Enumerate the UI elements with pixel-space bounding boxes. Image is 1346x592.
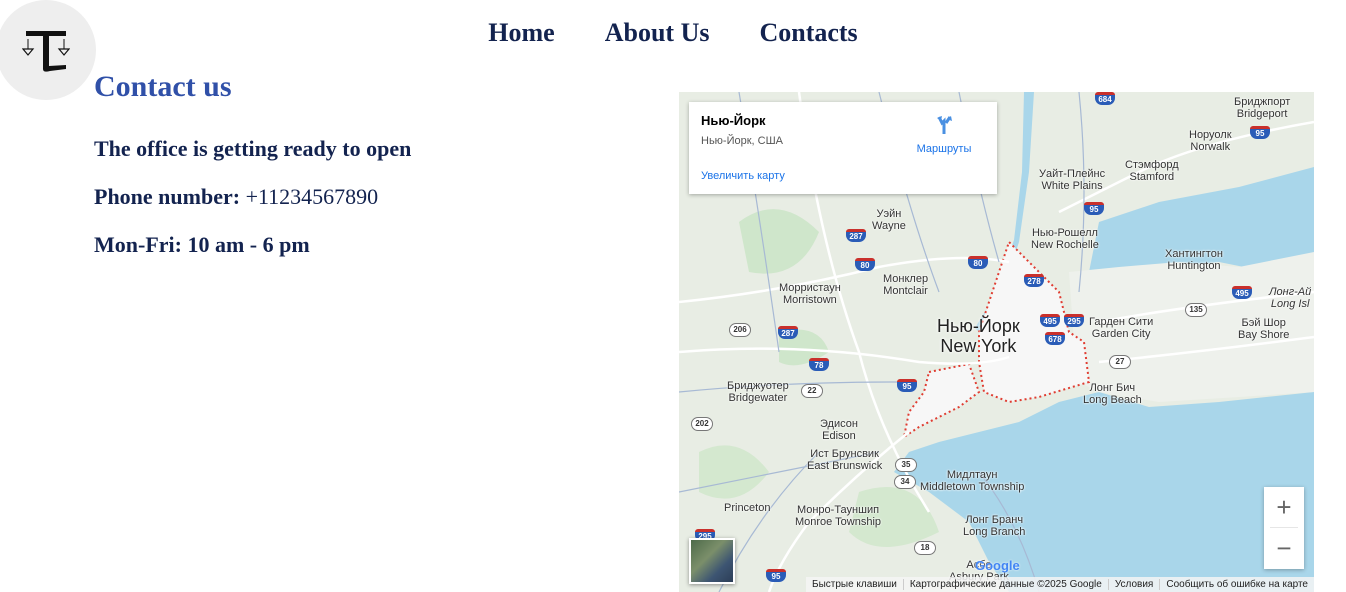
highway-shield: 27: [1109, 355, 1131, 369]
nav-contacts[interactable]: Contacts: [759, 18, 857, 48]
place-label: Бэй Шор Bay Shore: [1238, 317, 1290, 341]
highway-shield: 95: [1084, 202, 1104, 215]
map-data-attribution: Картографические данные ©2025 Google: [902, 579, 1108, 590]
place-label: Бриджпорт Bridgeport: [1234, 96, 1291, 120]
main-nav: Home About Us Contacts: [0, 18, 1346, 48]
highway-shield: 202: [691, 417, 713, 431]
highway-shield: 95: [897, 379, 917, 392]
place-info-card: Нью-Йорк Нью-Йорк, США Увеличить карту М…: [689, 102, 997, 194]
highway-shield: 35: [895, 458, 917, 472]
highway-shield: 95: [1250, 126, 1270, 139]
highway-shield: 95: [766, 569, 786, 582]
enlarge-map-link[interactable]: Увеличить карту: [701, 170, 785, 182]
highway-shield: 206: [729, 323, 751, 337]
place-label: Эдисон Edison: [820, 418, 858, 442]
highway-shield: 135: [1185, 303, 1207, 317]
highway-shield: 495: [1040, 314, 1060, 327]
highway-shield: 678: [1045, 332, 1065, 345]
keyboard-shortcuts-link[interactable]: Быстрые клавиши: [806, 579, 903, 590]
highway-shield: 278: [1024, 274, 1044, 287]
place-label: Стэмфорд Stamford: [1125, 159, 1179, 183]
place-label: Лонг Бич Long Beach: [1083, 382, 1142, 406]
highway-shield: 684: [1095, 92, 1115, 105]
place-label: Princeton: [724, 502, 771, 514]
place-label: Монро-Тауншип Monroe Township: [795, 504, 882, 528]
place-title: Нью-Йорк: [701, 113, 766, 128]
map-footer: Быстрые клавиши Картографические данные …: [806, 577, 1314, 592]
place-label: Морристаун Morristown: [779, 282, 841, 306]
place-label: Мидлтаун Middletown Township: [920, 469, 1025, 493]
phone-label: Phone number:: [94, 184, 241, 209]
place-label: Уайт-Плейнс White Plains: [1039, 168, 1106, 192]
place-label: Ист Брунсвик East Brunswick: [807, 448, 883, 472]
highway-shield: 80: [855, 258, 875, 271]
phone-line: Phone number: +11234567890: [94, 184, 594, 210]
highway-shield: 78: [809, 358, 829, 371]
place-subtitle: Нью-Йорк, США: [701, 135, 784, 147]
highway-shield: 295: [1064, 314, 1084, 327]
logo[interactable]: [0, 0, 96, 100]
satellite-layer-toggle[interactable]: [689, 538, 735, 584]
contact-heading: Contact us: [94, 70, 232, 103]
directions-label: Маршруты: [916, 143, 972, 155]
report-error-link[interactable]: Сообщить об ошибке на карте: [1159, 579, 1314, 590]
place-label: Хантингтон Huntington: [1165, 248, 1223, 272]
place-label: Норуолк Norwalk: [1189, 129, 1232, 153]
city-label-new-york: Нью-Йорк New York: [937, 316, 1020, 356]
highway-shield: 18: [914, 541, 936, 555]
place-label: Нью-Рошелл New Rochelle: [1031, 227, 1099, 251]
contact-section: Contact us The office is getting ready t…: [94, 70, 594, 258]
highway-shield: 34: [894, 475, 916, 489]
nav-home[interactable]: Home: [488, 18, 554, 48]
place-label: Бриджуотер Bridgewater: [727, 380, 789, 404]
highway-shield: 22: [801, 384, 823, 398]
place-label: Лонг-Ай Long Isl: [1269, 286, 1312, 310]
directions-button[interactable]: Маршруты: [909, 114, 979, 155]
google-logo: Google: [975, 558, 1020, 573]
map-embed[interactable]: 684 95 287 80 80 95 278 495 295 678 135 …: [679, 92, 1314, 592]
nav-about-us[interactable]: About Us: [605, 18, 710, 48]
office-hours: Mon-Fri: 10 am - 6 pm: [94, 232, 310, 257]
office-status: The office is getting ready to open: [94, 136, 412, 161]
place-label: Гарден Сити Garden City: [1089, 316, 1154, 340]
phone-value[interactable]: +11234567890: [246, 184, 379, 209]
zoom-in-button[interactable]: +: [1264, 487, 1304, 527]
highway-shield: 80: [968, 256, 988, 269]
place-label: Лонг Бранч Long Branch: [963, 514, 1026, 538]
zoom-out-button[interactable]: −: [1264, 528, 1304, 568]
highway-shield: 287: [846, 229, 866, 242]
directions-icon: [937, 116, 952, 134]
highway-shield: 287: [778, 326, 798, 339]
highway-shield: 495: [1232, 286, 1252, 299]
place-label: Уэйн Wayne: [872, 208, 906, 232]
place-label: Монклер Montclair: [883, 273, 929, 297]
zoom-controls: + −: [1264, 487, 1304, 569]
terms-link[interactable]: Условия: [1107, 579, 1160, 590]
